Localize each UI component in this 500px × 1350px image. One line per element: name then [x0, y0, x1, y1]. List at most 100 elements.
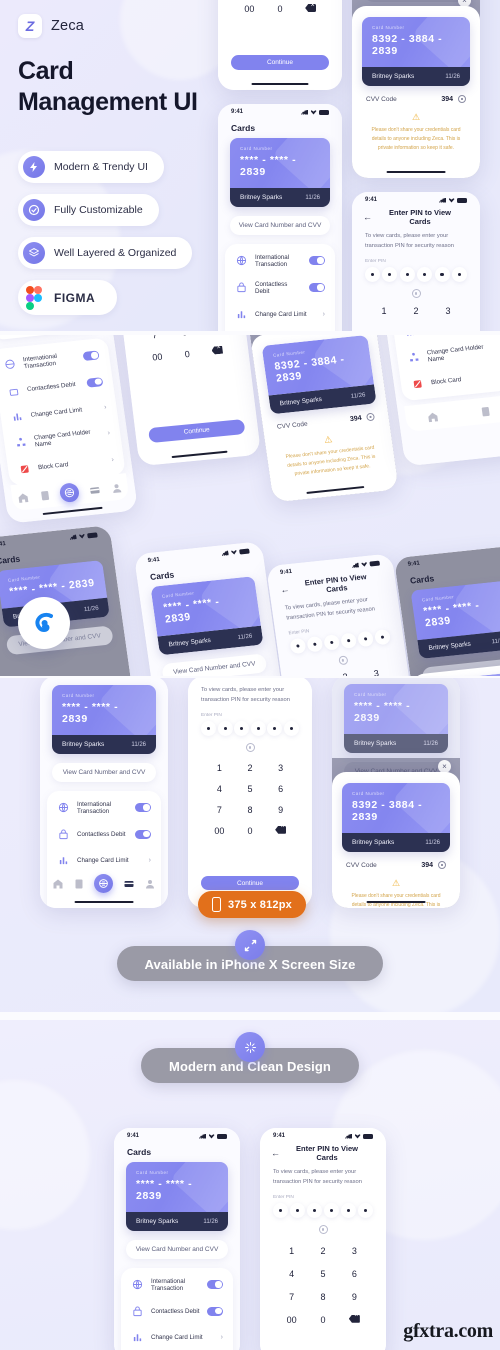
keypad-key[interactable]: 0 — [172, 348, 203, 361]
toggle-contactless[interactable] — [207, 1306, 223, 1316]
view-card-number-button[interactable]: View Card Number and CVV — [230, 216, 330, 235]
keypad-key[interactable]: 3 — [265, 763, 296, 773]
continue-button[interactable]: Continue — [231, 55, 329, 70]
toggle-contactless[interactable] — [309, 283, 325, 292]
keypad-key[interactable]: 0 — [235, 826, 266, 836]
card-icon[interactable] — [88, 483, 102, 496]
home-icon[interactable] — [16, 490, 30, 503]
keypad-delete-icon[interactable] — [202, 345, 233, 358]
keypad-key[interactable]: 00 — [142, 351, 173, 364]
fingerprint-icon[interactable] — [260, 1224, 386, 1234]
statement-icon[interactable] — [478, 404, 492, 417]
pin-dot — [201, 720, 216, 736]
keypad-key[interactable]: 1 — [368, 306, 400, 316]
home-indicator — [251, 82, 309, 85]
chevron-right-icon: › — [103, 403, 107, 411]
settings-row-limit[interactable]: Change Card Limit › — [225, 301, 335, 327]
settings-row-contactless[interactable]: Contactless Debit — [47, 821, 161, 847]
keypad-key[interactable]: 00 — [234, 4, 265, 14]
credit-card[interactable]: Card Number **** - **** - 2839 Britney S… — [52, 685, 156, 754]
keypad-delete-icon[interactable] — [295, 4, 326, 14]
card-icon[interactable] — [123, 877, 135, 889]
keypad-key[interactable]: 3 — [360, 667, 393, 676]
toggle-international[interactable] — [135, 803, 151, 812]
settings-row-international[interactable]: International Transaction — [121, 1271, 233, 1298]
keypad-key[interactable]: 5 — [235, 784, 266, 794]
keypad-key[interactable]: 1 — [276, 1246, 307, 1256]
keypad-key[interactable]: 8 — [307, 1292, 338, 1302]
credit-card[interactable]: Card Number **** - **** - 2839 Britney S… — [126, 1162, 228, 1231]
keypad-key[interactable]: 00 — [276, 1315, 307, 1325]
statement-icon[interactable] — [38, 488, 52, 501]
settings-row-international[interactable]: International Transaction — [225, 247, 335, 274]
view-card-number-button[interactable]: View Card Number and CVV — [161, 653, 268, 676]
keypad-key[interactable]: 2 — [400, 306, 432, 316]
keypad-key[interactable]: 0 — [307, 1315, 338, 1325]
block-card-icon — [17, 462, 32, 476]
arrow-left-icon[interactable]: ← — [271, 1148, 280, 1158]
view-card-number-button[interactable]: View Card Number and CVV — [52, 763, 156, 782]
keypad-delete-icon[interactable] — [265, 825, 296, 836]
cvv-value-group[interactable]: 394 — [421, 861, 446, 869]
eye-icon[interactable] — [438, 861, 446, 869]
keypad-key[interactable]: 0 — [265, 4, 296, 14]
settings-label: International Transaction — [77, 800, 112, 815]
credit-card: Card Number **** - **** - 2839 Britney S… — [150, 576, 264, 656]
keypad-key[interactable]: 4 — [276, 1269, 307, 1279]
keypad-key[interactable]: 9 — [339, 1292, 370, 1302]
keypad-key[interactable]: 5 — [307, 1269, 338, 1279]
settings-row-international[interactable]: International Transaction — [47, 794, 161, 821]
home-icon[interactable] — [426, 410, 440, 423]
arrow-left-icon[interactable]: ← — [280, 584, 290, 595]
cvv-value-group[interactable]: 394 — [441, 95, 466, 103]
keypad-key[interactable]: 8 — [235, 805, 266, 815]
keypad-key[interactable]: 4 — [204, 784, 235, 794]
eye-icon[interactable] — [365, 412, 376, 422]
keypad-key[interactable]: 3 — [432, 306, 464, 316]
toggle-contactless[interactable] — [86, 376, 104, 388]
keypad-key[interactable]: 6 — [339, 1269, 370, 1279]
block-card-icon — [410, 377, 425, 391]
settings-row-contactless[interactable]: Contactless Debit — [225, 274, 335, 301]
toggle-international[interactable] — [82, 350, 100, 362]
phone-icon — [212, 897, 221, 912]
home-icon[interactable] — [52, 877, 64, 889]
fingerprint-icon[interactable] — [188, 742, 312, 752]
keypad-key[interactable]: 7 — [139, 335, 170, 342]
fingerprint-icon[interactable] — [352, 288, 480, 298]
eye-icon[interactable] — [458, 95, 466, 103]
profile-icon[interactable] — [110, 481, 124, 494]
statement-icon[interactable] — [73, 877, 85, 889]
view-card-number-button[interactable]: View Card Number and CVV — [126, 1240, 228, 1259]
keypad-key[interactable]: 9 — [199, 335, 230, 336]
profile-icon[interactable] — [144, 877, 156, 889]
keypad-key[interactable]: 3 — [339, 1246, 370, 1256]
keypad-key[interactable]: 6 — [265, 784, 296, 794]
keypad-key[interactable]: 9 — [265, 805, 296, 815]
scan-icon[interactable] — [94, 873, 114, 893]
keypad-key[interactable]: 7 — [204, 805, 235, 815]
continue-button[interactable]: Continue — [201, 876, 299, 890]
toggle-contactless[interactable] — [135, 829, 151, 839]
keypad-key[interactable]: 7 — [276, 1292, 307, 1302]
toggle-international[interactable] — [207, 1280, 223, 1289]
pin-dots[interactable] — [260, 1202, 386, 1218]
credit-card[interactable]: Card Number **** - **** - 2839 Britney S… — [230, 138, 330, 207]
settings-row-contactless[interactable]: Contactless Debit — [121, 1298, 233, 1324]
scan-icon[interactable] — [59, 481, 81, 503]
card-settings-list: International Transaction Contactless De… — [121, 1268, 233, 1350]
toggle-international[interactable] — [309, 256, 325, 265]
keypad-key[interactable]: 2 — [235, 763, 266, 773]
keypad-key[interactable]: 8 — [169, 335, 200, 339]
cvv-value-group[interactable]: 394 — [349, 412, 376, 424]
pin-dots[interactable] — [352, 266, 480, 282]
arrow-left-icon[interactable]: ← — [363, 212, 372, 222]
keypad-key[interactable]: 2 — [307, 1246, 338, 1256]
keypad-key[interactable]: 00 — [204, 826, 235, 836]
keypad-key[interactable]: 1 — [204, 763, 235, 773]
phone-mockup-pin-s3: To view cards, please enter your transac… — [188, 678, 312, 908]
keypad-delete-icon[interactable] — [339, 1314, 370, 1325]
continue-button[interactable]: Continue — [148, 418, 246, 444]
settings-row-limit[interactable]: Change Card Limit › — [121, 1324, 233, 1350]
pin-dots[interactable] — [188, 720, 312, 736]
